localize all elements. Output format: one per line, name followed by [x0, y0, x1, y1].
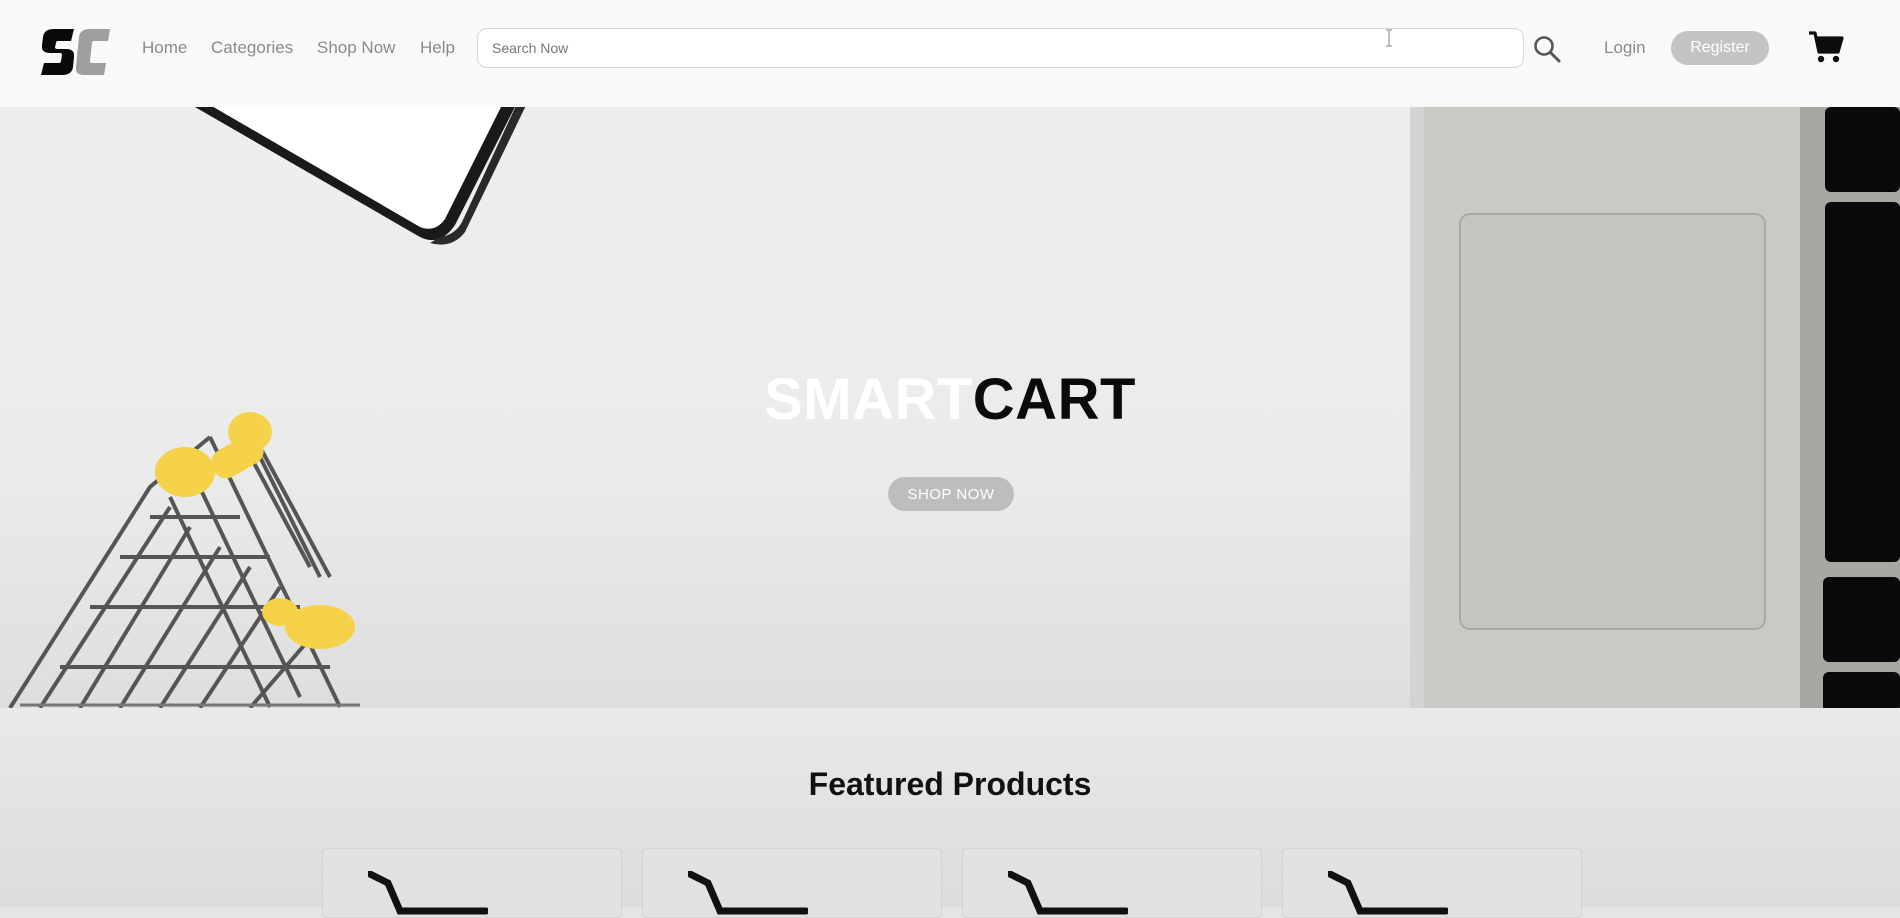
featured-products-section: Featured Products: [0, 708, 1900, 918]
shopping-cart-icon: [1328, 871, 1448, 915]
product-card[interactable]: [642, 848, 942, 918]
nav-home[interactable]: Home: [142, 36, 187, 60]
search-input[interactable]: [477, 28, 1524, 68]
shop-now-button[interactable]: SHOP NOW: [888, 477, 1014, 511]
product-card[interactable]: [322, 848, 622, 918]
hero-banner: SMARTCART SHOP NOW: [0, 107, 1900, 708]
register-button[interactable]: Register: [1671, 31, 1769, 65]
hero-title: SMARTCART: [0, 365, 1900, 435]
shopping-cart-icon: [688, 871, 808, 915]
text-cursor-icon: [1386, 29, 1392, 47]
shopping-cart-icon: [1008, 871, 1128, 915]
nav-help[interactable]: Help: [420, 36, 455, 60]
product-card[interactable]: [1282, 848, 1582, 918]
search-icon[interactable]: [1532, 34, 1562, 64]
shopping-cart-icon: [368, 871, 488, 915]
featured-title: Featured Products: [808, 766, 1092, 802]
login-link[interactable]: Login: [1604, 36, 1646, 60]
smartphone-illustration: [195, 107, 526, 245]
product-card[interactable]: [962, 848, 1262, 918]
hero-title-cart: CART: [972, 367, 1136, 432]
nav-categories[interactable]: Categories: [211, 36, 293, 60]
cart-icon[interactable]: [1808, 30, 1844, 64]
nav-shop-now[interactable]: Shop Now: [317, 36, 395, 60]
hero-title-smart: SMART: [764, 367, 973, 432]
site-header: SC Home Categories Shop Now Help Login R…: [0, 0, 1900, 107]
logo[interactable]: SC: [38, 25, 112, 79]
